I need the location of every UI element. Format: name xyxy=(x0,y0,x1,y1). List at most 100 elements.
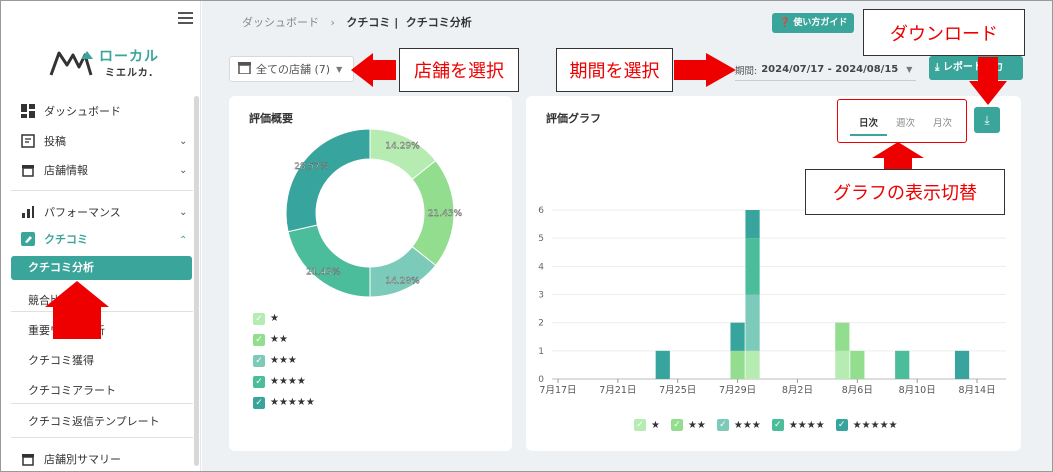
legend-item[interactable]: ✓ ★★ xyxy=(253,329,315,350)
donut-slice-label: 28.57% xyxy=(294,162,329,172)
store-select-value: 全ての店舗 (7) xyxy=(256,63,331,76)
donut-slice[interactable] xyxy=(285,128,371,233)
legend-label: ★★★ xyxy=(733,419,761,431)
checkbox-icon[interactable]: ✓ xyxy=(253,354,265,367)
legend-item[interactable]: ✓ ★ xyxy=(253,308,315,329)
bar-legend: ✓ ★ ✓ ★★ ✓ ★★★ ✓ ★★★★ ✓ ★★★★★ xyxy=(634,419,909,431)
bar-segment[interactable] xyxy=(954,350,970,379)
store-icon xyxy=(238,61,251,77)
logo: ローカル ミエルカ. xyxy=(49,45,169,81)
caret-down-icon: ▼ xyxy=(906,65,913,74)
sidebar-subitem-reply-template[interactable]: クチコミ返信テンプレート xyxy=(28,413,160,429)
bar-segment[interactable] xyxy=(745,294,760,351)
legend-label: ★★★★★ xyxy=(270,397,315,408)
bar-segment[interactable] xyxy=(730,322,745,351)
chevron-down-icon[interactable]: ⌄ xyxy=(179,136,187,147)
sidebar-item-dashboard[interactable]: ダッシュボード xyxy=(20,99,121,123)
sidebar-item-label: 店舗情報 xyxy=(44,164,88,177)
legend-item[interactable]: ✓ ★★★★ xyxy=(771,419,825,431)
bar-segment[interactable] xyxy=(745,350,760,379)
legend-item[interactable]: ✓ ★★★★★ xyxy=(253,392,315,413)
sidebar-item-reviews[interactable]: クチコミ xyxy=(20,227,88,251)
legend-item[interactable]: ✓ ★★ xyxy=(670,419,706,431)
bar-segment[interactable] xyxy=(850,350,865,379)
bar-segment[interactable] xyxy=(895,350,910,379)
dashboard-icon xyxy=(20,103,36,119)
sidebar-subitem-review-analysis[interactable]: クチコミ分析 xyxy=(11,256,192,280)
y-tick-label: 1 xyxy=(538,347,544,357)
sidebar-scrollbar[interactable] xyxy=(194,96,199,466)
x-tick-label: 8月6日 xyxy=(842,385,873,396)
donut-slice-label: 21.43% xyxy=(428,209,463,219)
bar-segment[interactable] xyxy=(745,210,760,239)
legend-item[interactable]: ✓ ★★★ xyxy=(716,419,761,431)
report-export-button[interactable]: ⤓ レポート出力 xyxy=(929,56,1023,80)
divider xyxy=(11,311,193,312)
annotation-period: 期間を選択 xyxy=(556,48,673,92)
question-icon: ❓ xyxy=(779,18,791,28)
donut-legend: ✓ ★ ✓ ★★ ✓ ★★★ ✓ ★★★★ ✓ ★★★★★ xyxy=(253,308,315,413)
checkbox-icon[interactable]: ✓ xyxy=(634,419,646,431)
post-icon xyxy=(20,133,36,149)
legend-item[interactable]: ✓ ★★★★★ xyxy=(835,419,898,431)
legend-label: ★★ xyxy=(270,334,288,345)
donut-slice[interactable] xyxy=(287,224,371,298)
bar-segment[interactable] xyxy=(655,350,670,379)
logo-subtext: ミエルカ. xyxy=(105,68,154,79)
y-tick-label: 4 xyxy=(538,262,544,272)
help-guide-button[interactable]: ❓ 使い方ガイド xyxy=(772,13,855,33)
annotation-download: ダウンロード xyxy=(863,9,1025,56)
store-select[interactable]: 全ての店舗 (7) ▼ xyxy=(229,56,354,82)
checkbox-icon[interactable]: ✓ xyxy=(253,396,265,409)
breadcrumb-parent: クチコミ | xyxy=(346,16,399,29)
sidebar-item-store-info[interactable]: 店舗情報 xyxy=(20,158,88,182)
legend-label: ★★★★★ xyxy=(852,419,898,431)
period-select[interactable]: 期間: 2024/07/17 - 2024/08/15 ▼ xyxy=(735,59,917,81)
sidebar-subitem-keyword[interactable]: 重要ワード分析 xyxy=(28,322,105,338)
bar-segment[interactable] xyxy=(730,350,745,379)
store-icon xyxy=(20,451,36,467)
checkbox-icon[interactable]: ✓ xyxy=(771,419,784,431)
app-frame: ローカル ミエルカ. ダッシュボード 投稿 ⌄ 店舗情報 ⌄ パフォーマンス ⌄… xyxy=(0,0,1053,472)
bar-segment[interactable] xyxy=(835,350,850,379)
checkbox-icon[interactable]: ✓ xyxy=(716,419,729,431)
x-tick-label: 8月2日 xyxy=(782,385,813,396)
x-tick-label: 7月17日 xyxy=(539,385,576,396)
donut-slice-label: 21.43% xyxy=(306,268,341,278)
y-tick-label: 6 xyxy=(538,206,544,216)
breadcrumb-root[interactable]: ダッシュボード xyxy=(242,16,319,29)
page-title: クチコミ分析 xyxy=(405,16,472,29)
legend-item[interactable]: ✓ ★★★ xyxy=(253,350,315,371)
legend-label: ★★ xyxy=(687,419,706,431)
divider xyxy=(11,190,193,191)
checkbox-icon[interactable]: ✓ xyxy=(253,312,265,325)
sidebar-item-store-summary[interactable]: 店舗別サマリー xyxy=(20,447,121,471)
rating-summary-card: 評価概要 14.29% 21.43% 14.28% 21.43% 28.57% ✓ ★ ✓ ★… xyxy=(229,96,512,451)
sidebar-item-posts[interactable]: 投稿 xyxy=(20,129,66,153)
bar-segment[interactable] xyxy=(745,238,760,295)
sidebar-item-label: 投稿 xyxy=(44,135,66,148)
legend-item[interactable]: ✓ ★ xyxy=(634,419,660,431)
checkbox-icon[interactable]: ✓ xyxy=(835,419,848,431)
sidebar-subitem-competitor[interactable]: 競合比較 xyxy=(28,292,72,308)
legend-label: ★★★★ xyxy=(270,376,306,387)
checkbox-icon[interactable]: ✓ xyxy=(670,419,683,431)
chevron-down-icon[interactable]: ⌄ xyxy=(179,207,187,218)
bar-segment[interactable] xyxy=(835,322,850,351)
chevron-down-icon[interactable]: ⌄ xyxy=(179,165,187,176)
checkbox-icon[interactable]: ✓ xyxy=(253,333,265,346)
legend-item[interactable]: ✓ ★★★★ xyxy=(253,371,315,392)
chevron-up-icon[interactable]: ⌃ xyxy=(179,235,187,246)
review-icon xyxy=(20,231,36,247)
sidebar-item-performance[interactable]: パフォーマンス xyxy=(20,200,121,224)
y-tick-label: 5 xyxy=(538,234,544,244)
store-icon xyxy=(20,162,36,178)
y-tick-label: 0 xyxy=(538,375,544,385)
breadcrumb-separator: › xyxy=(330,16,335,29)
x-tick-label: 7月21日 xyxy=(599,385,636,396)
hamburger-icon[interactable] xyxy=(178,12,193,24)
annotation-tabs-outline xyxy=(837,99,967,143)
sidebar-subitem-alert[interactable]: クチコミアラート xyxy=(28,382,116,398)
sidebar-subitem-acquire[interactable]: クチコミ獲得 xyxy=(28,352,94,368)
checkbox-icon[interactable]: ✓ xyxy=(253,375,265,388)
